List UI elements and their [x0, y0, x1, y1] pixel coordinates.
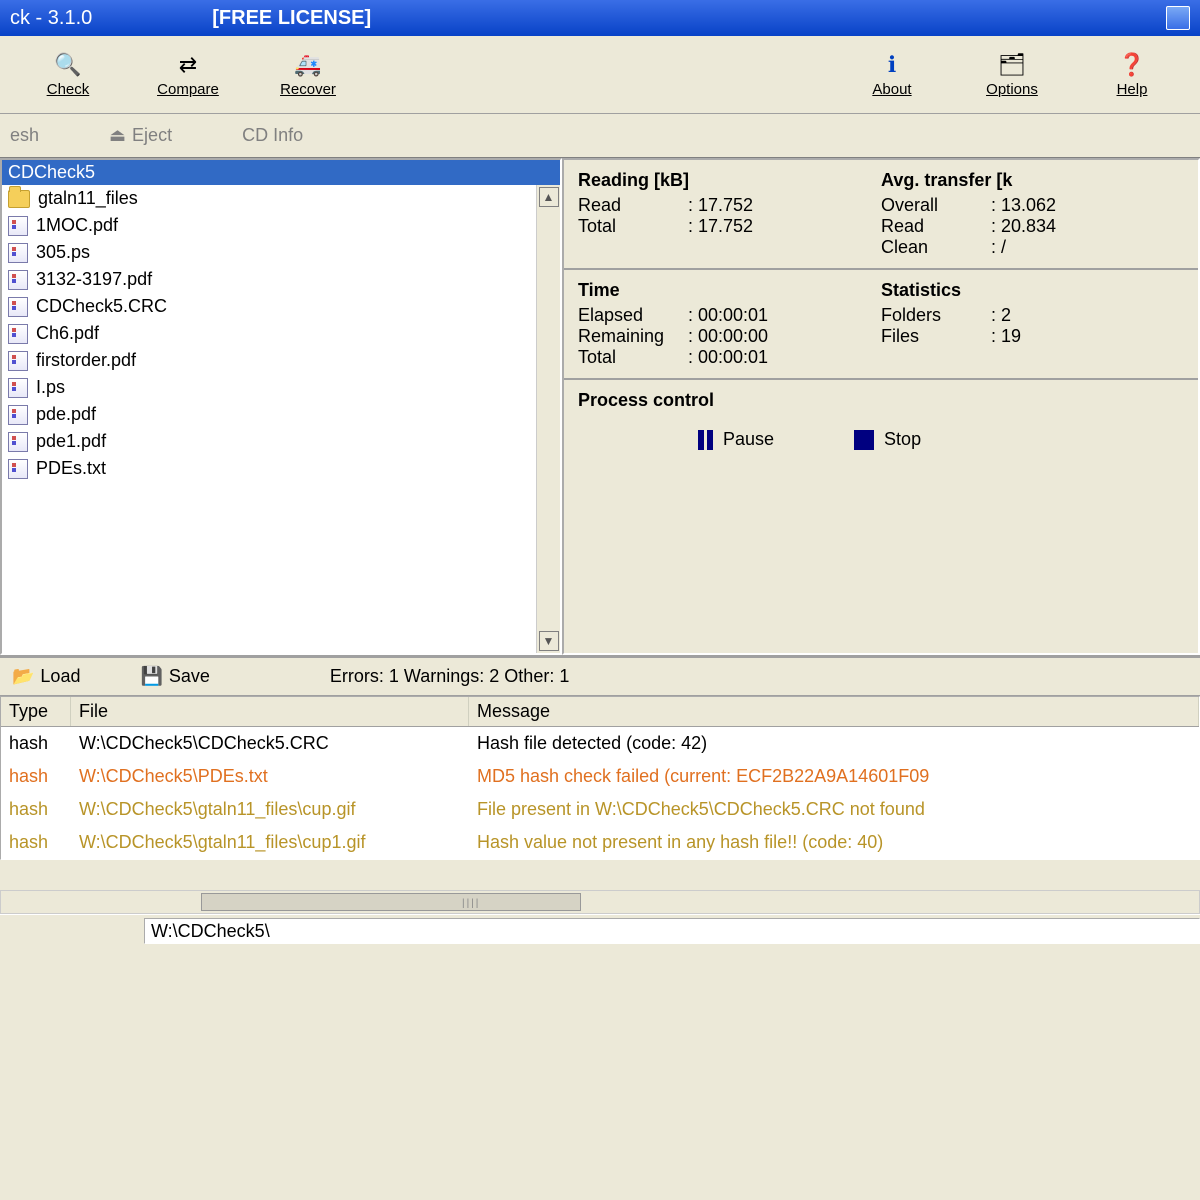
log-toolbar: 📂Load 💾Save Errors: 1 Warnings: 2 Other:…: [0, 658, 1200, 696]
file-browser: CDCheck5 gtaln11_files 1MOC.pdf 305.ps 3…: [0, 158, 562, 655]
refresh-button[interactable]: esh: [10, 125, 39, 146]
app-title: ck - 3.1.0: [10, 7, 92, 30]
cell-msg: Hash value not present in any hash file!…: [469, 830, 1199, 855]
list-item[interactable]: gtaln11_files: [2, 185, 536, 212]
help-icon: ❓: [1116, 51, 1148, 79]
help-button[interactable]: ❓ Help: [1072, 40, 1192, 109]
time-header: Time: [578, 280, 881, 301]
list-item[interactable]: pde1.pdf: [2, 428, 536, 455]
cell-file: W:\CDCheck5\gtaln11_files\cup.gif: [71, 797, 469, 822]
scroll-up-icon[interactable]: ▲: [539, 187, 559, 207]
stop-button[interactable]: Stop: [854, 429, 921, 450]
table-row[interactable]: hashW:\CDCheck5\CDCheck5.CRCHash file de…: [1, 727, 1199, 760]
cell-file: W:\CDCheck5\CDCheck5.CRC: [71, 731, 469, 756]
options-button[interactable]: 🗂 Options: [952, 40, 1072, 109]
file-icon: [8, 351, 28, 371]
cell-msg: Hash file detected (code: 42): [469, 731, 1199, 756]
reading-header: Reading [kB]: [578, 170, 881, 191]
list-item[interactable]: PDEs.txt: [2, 455, 536, 482]
options-icon: 🗂: [996, 51, 1028, 79]
check-button[interactable]: 🔍 Check: [8, 40, 128, 109]
recover-icon: 🚑: [292, 51, 324, 79]
main-toolbar: 🔍 Check ⇄ Compare 🚑 Recover ℹ About 🗂 Op…: [0, 36, 1200, 114]
load-button[interactable]: 📂Load: [12, 666, 80, 687]
about-button[interactable]: ℹ About: [832, 40, 952, 109]
list-item[interactable]: Ch6.pdf: [2, 320, 536, 347]
process-header: Process control: [578, 390, 1184, 411]
open-icon: 📂: [12, 666, 34, 687]
file-icon: [8, 243, 28, 263]
cell-type: hash: [1, 731, 71, 756]
file-icon: [8, 216, 28, 236]
list-item[interactable]: 1MOC.pdf: [2, 212, 536, 239]
table-row[interactable]: hashW:\CDCheck5\gtaln11_files\cup.gifFil…: [1, 793, 1199, 826]
cell-msg: File present in W:\CDCheck5\CDCheck5.CRC…: [469, 797, 1199, 822]
titlebar: ck - 3.1.0 [FREE LICENSE]: [0, 0, 1200, 36]
window-icon[interactable]: [1166, 6, 1190, 30]
transfer-header: Avg. transfer [k: [881, 170, 1184, 191]
list-item[interactable]: firstorder.pdf: [2, 347, 536, 374]
cell-type: hash: [1, 830, 71, 855]
stats-panel: Reading [kB] Read: 17.752 Total: 17.752 …: [562, 158, 1200, 655]
table-row[interactable]: hashW:\CDCheck5\PDEs.txtMD5 hash check f…: [1, 760, 1199, 793]
secondary-toolbar: esh ⏏Eject CD Info: [0, 114, 1200, 158]
folder-icon: [8, 190, 30, 208]
file-icon: [8, 270, 28, 290]
cdinfo-button[interactable]: CD Info: [242, 125, 303, 146]
table-row[interactable]: hashW:\CDCheck5\gtaln11_files\cup1.gifHa…: [1, 826, 1199, 859]
recover-button[interactable]: 🚑 Recover: [248, 40, 368, 109]
file-icon: [8, 378, 28, 398]
list-item[interactable]: CDCheck5.CRC: [2, 293, 536, 320]
license-label: [FREE LICENSE]: [212, 7, 371, 30]
compare-icon: ⇄: [172, 51, 204, 79]
file-list[interactable]: gtaln11_files 1MOC.pdf 305.ps 3132-3197.…: [2, 185, 536, 653]
stop-icon: [854, 430, 874, 450]
scrollbar[interactable]: ▲ ▼: [536, 185, 560, 653]
file-icon: [8, 432, 28, 452]
list-item[interactable]: I.ps: [2, 374, 536, 401]
scroll-down-icon[interactable]: ▼: [539, 631, 559, 651]
path-field[interactable]: W:\CDCheck5\: [144, 918, 1200, 944]
eject-button[interactable]: ⏏Eject: [109, 125, 172, 146]
cell-msg: MD5 hash check failed (current: ECF2B22A…: [469, 764, 1199, 789]
selected-folder[interactable]: CDCheck5: [2, 160, 560, 185]
horizontal-scrollbar[interactable]: ||||: [0, 890, 1200, 914]
cell-type: hash: [1, 797, 71, 822]
status-bar: W:\CDCheck5\: [0, 914, 1200, 946]
log-table: Type File Message hashW:\CDCheck5\CDChec…: [0, 696, 1200, 860]
cell-file: W:\CDCheck5\PDEs.txt: [71, 764, 469, 789]
log-summary: Errors: 1 Warnings: 2 Other: 1: [330, 666, 569, 687]
stats-header: Statistics: [881, 280, 1184, 301]
save-button[interactable]: 💾Save: [140, 666, 209, 687]
file-icon: [8, 324, 28, 344]
pause-button[interactable]: Pause: [698, 429, 774, 450]
file-icon: [8, 297, 28, 317]
save-icon: 💾: [140, 666, 162, 687]
eject-icon: ⏏: [109, 125, 126, 146]
list-item[interactable]: 3132-3197.pdf: [2, 266, 536, 293]
col-file[interactable]: File: [71, 697, 469, 726]
file-icon: [8, 459, 28, 479]
pause-icon: [698, 430, 713, 450]
check-icon: 🔍: [52, 51, 84, 79]
about-icon: ℹ: [876, 51, 908, 79]
scroll-thumb[interactable]: ||||: [201, 893, 581, 911]
compare-button[interactable]: ⇄ Compare: [128, 40, 248, 109]
col-type[interactable]: Type: [1, 697, 71, 726]
cell-file: W:\CDCheck5\gtaln11_files\cup1.gif: [71, 830, 469, 855]
list-item[interactable]: 305.ps: [2, 239, 536, 266]
list-item[interactable]: pde.pdf: [2, 401, 536, 428]
file-icon: [8, 405, 28, 425]
cell-type: hash: [1, 764, 71, 789]
col-message[interactable]: Message: [469, 697, 1199, 726]
log-header: Type File Message: [1, 697, 1199, 727]
